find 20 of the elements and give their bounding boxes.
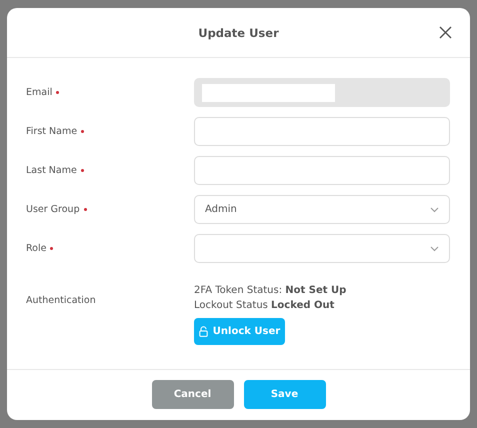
dialog-title: Update User	[198, 26, 279, 40]
cancel-button[interactable]: Cancel	[152, 380, 234, 408]
field-label: Role	[26, 243, 46, 254]
field-label: User Group	[26, 204, 80, 215]
field-label: First Name	[26, 126, 78, 137]
chevron-down-icon	[430, 246, 439, 252]
field-label: Email	[26, 87, 52, 98]
input-field[interactable]	[194, 117, 450, 146]
input-field[interactable]	[194, 156, 450, 185]
save-button[interactable]: Save	[244, 380, 326, 408]
status-text: Lockout Status Locked Out	[194, 300, 336, 311]
select-field[interactable]	[194, 234, 450, 263]
select-field[interactable]: Admin	[194, 195, 450, 224]
lock-icon	[198, 326, 208, 337]
close-icon[interactable]	[439, 26, 452, 39]
unlock-user-button[interactable]: Unlock User	[194, 318, 285, 345]
field-label: Last Name	[26, 165, 77, 176]
chevron-down-icon	[430, 206, 439, 212]
field-label: Authentication	[26, 295, 96, 306]
status-text: 2FA Token Status: Not Set Up	[194, 285, 346, 296]
